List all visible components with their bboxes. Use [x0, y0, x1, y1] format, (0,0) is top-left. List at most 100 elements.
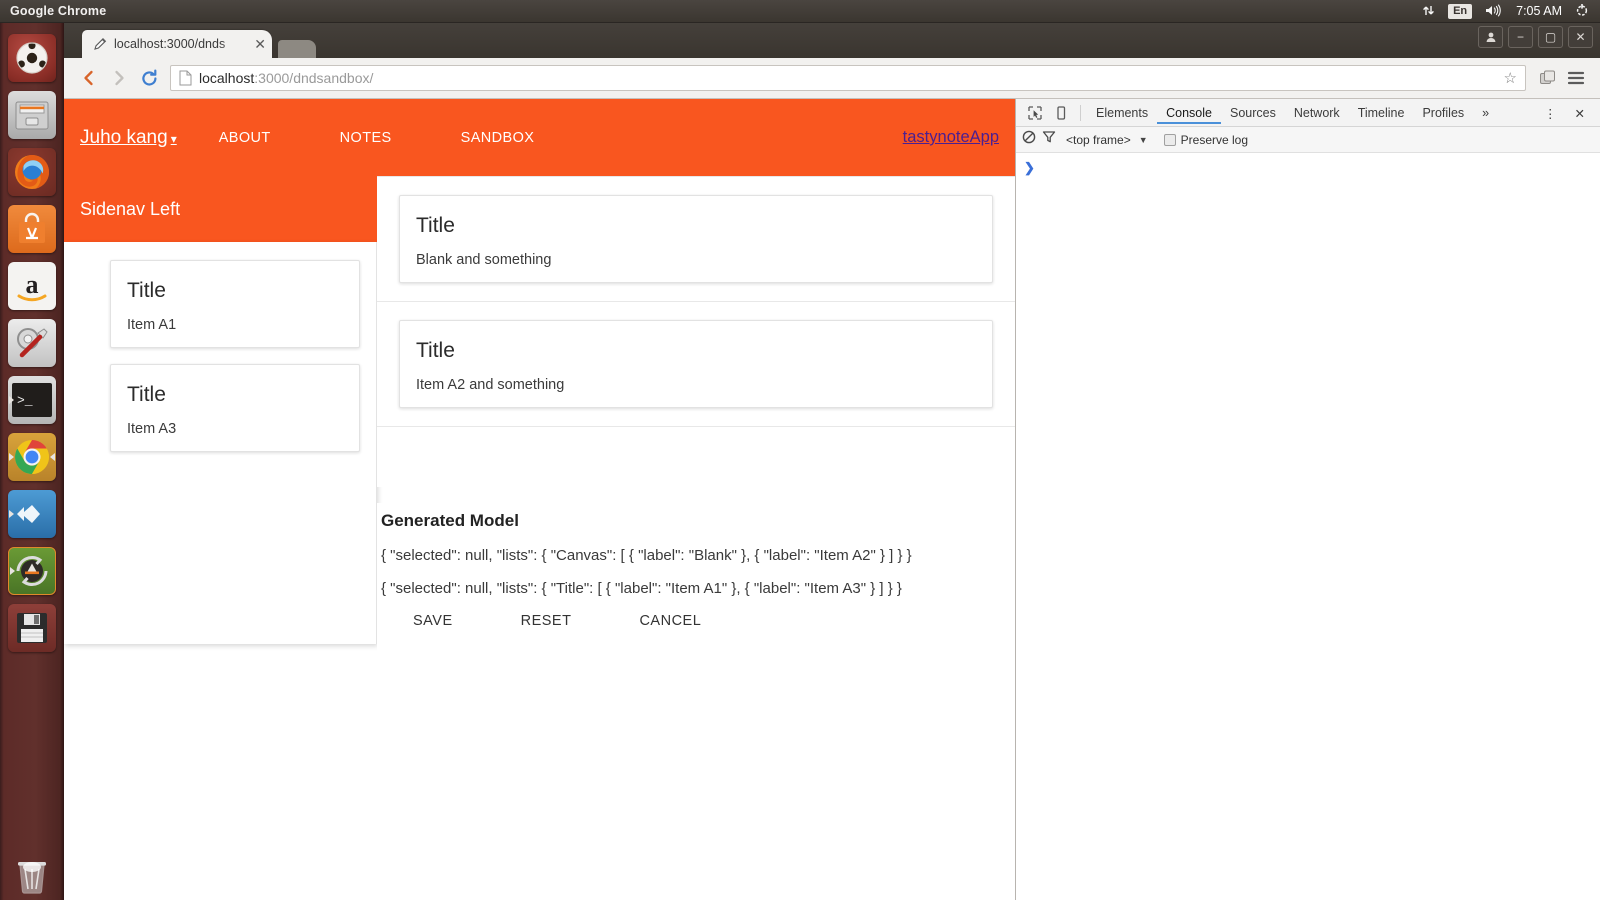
tab-network[interactable]: Network [1285, 101, 1349, 124]
minimize-button[interactable]: − [1508, 26, 1533, 48]
canvas-drop-area[interactable]: Title Blank and something Title Item A2 … [377, 176, 1015, 487]
launcher-item-amazon[interactable]: a [8, 262, 56, 310]
app-brand-link[interactable]: tastynoteApp [903, 128, 999, 147]
launcher-running-pip [9, 396, 14, 404]
sidenav-title: Sidenav Left [64, 176, 377, 242]
maximize-button[interactable]: ▢ [1538, 26, 1563, 48]
panel-indicators: En 7:05 AM [1422, 3, 1600, 19]
devtools-close-icon[interactable]: ✕ [1566, 101, 1594, 125]
preserve-log-label: Preserve log [1180, 132, 1249, 147]
console-context-selector[interactable]: <top frame> [1066, 133, 1131, 147]
user-icon[interactable] [1478, 26, 1503, 48]
address-bar[interactable]: localhost:3000/dndsandbox/ ☆ [170, 65, 1526, 91]
launcher-item-trash[interactable] [8, 850, 56, 898]
cancel-button[interactable]: CANCEL [639, 613, 701, 629]
reset-button[interactable]: RESET [521, 613, 572, 629]
nav-item-sandbox[interactable]: SANDBOX [461, 130, 535, 146]
chrome-menu-icon[interactable] [1562, 64, 1590, 92]
launcher-item-files[interactable] [8, 91, 56, 139]
extension-icon[interactable] [1534, 64, 1562, 92]
dropzone[interactable]: Title Item A2 and something [377, 302, 1015, 427]
url-text: localhost:3000/dndsandbox/ [199, 70, 373, 86]
browser-toolbar: localhost:3000/dndsandbox/ ☆ [64, 58, 1600, 99]
tab-timeline[interactable]: Timeline [1349, 101, 1414, 124]
power-gear-icon[interactable] [1575, 3, 1589, 19]
browser-tab[interactable]: localhost:3000/dnds ✕ [82, 30, 272, 58]
model-line: { "selected": null, "lists": { "Title": … [381, 580, 902, 597]
back-arrow-icon[interactable] [74, 63, 104, 93]
close-button[interactable]: ✕ [1568, 26, 1593, 48]
launcher-running-pip [10, 567, 15, 575]
launcher-item-save-disk[interactable] [8, 604, 56, 652]
url-host: localhost [199, 70, 255, 86]
tab-console[interactable]: Console [1157, 101, 1221, 124]
dropzone[interactable]: Title Blank and something [377, 176, 1015, 302]
tab-sources[interactable]: Sources [1221, 101, 1285, 124]
console-toolbar: <top frame> ▼ Preserve log [1016, 127, 1600, 153]
clear-console-icon[interactable] [1022, 130, 1036, 149]
nav-item-about[interactable]: ABOUT [219, 130, 271, 146]
close-icon[interactable]: ✕ [254, 36, 266, 53]
more-tabs-icon[interactable]: » [1473, 101, 1498, 124]
page-favicon-icon [92, 36, 108, 52]
devtools-panel: Elements Console Sources Network Timelin… [1015, 99, 1600, 900]
keyboard-layout-indicator[interactable]: En [1448, 3, 1473, 19]
launcher-running-pip [9, 510, 14, 518]
user-menu-label: Juho kang [80, 126, 168, 148]
launcher-item-firefox[interactable] [8, 148, 56, 196]
console-output[interactable]: ❯ [1016, 153, 1600, 183]
launcher-item-ubuntu-dash[interactable] [8, 34, 56, 82]
preserve-log-toggle[interactable]: Preserve log [1163, 132, 1249, 147]
list-item[interactable]: Title Item A2 and something [399, 320, 993, 408]
preserve-log-checkbox[interactable] [1163, 133, 1176, 146]
list-item[interactable]: Title Blank and something [399, 195, 993, 283]
launcher-item-software-updater[interactable] [8, 547, 56, 595]
chevron-down-icon[interactable]: ▼ [1139, 135, 1148, 145]
card-body: Item A3 [127, 421, 177, 437]
page-document-icon [179, 70, 192, 86]
card-title: Title [127, 383, 166, 406]
navbar-links: ABOUT NOTES SANDBOX [219, 130, 535, 146]
card-body: Item A1 [127, 317, 177, 333]
card-title: Title [127, 279, 166, 302]
list-item[interactable]: Title Item A3 [110, 364, 360, 452]
svg-text:a: a [26, 270, 39, 299]
devtools-menu-icon[interactable]: ⋮ [1535, 101, 1566, 125]
chevron-down-icon: ▾ [170, 131, 177, 146]
launcher-item-ubuntu-software[interactable] [8, 205, 56, 253]
chrome-window: localhost:3000/dnds ✕ − ▢ ✕ localhost:30… [64, 23, 1600, 900]
devtools-tabbar: Elements Console Sources Network Timelin… [1016, 99, 1600, 127]
device-toolbar-icon[interactable] [1048, 102, 1074, 124]
launcher-item-google-chrome[interactable] [8, 433, 56, 481]
card-body: Blank and something [416, 252, 552, 268]
nav-item-notes[interactable]: NOTES [340, 130, 392, 146]
tab-elements[interactable]: Elements [1087, 101, 1157, 124]
new-tab-button[interactable] [278, 40, 316, 58]
divider [1080, 104, 1081, 121]
sidenav-drop-list[interactable]: Title Item A1 Title Item A3 [64, 242, 377, 644]
launcher-item-system-settings[interactable] [8, 319, 56, 367]
launcher-running-pip [9, 453, 14, 461]
unity-launcher: a >_ [0, 23, 64, 900]
network-icon[interactable] [1422, 4, 1435, 19]
reload-icon[interactable] [134, 63, 164, 93]
clock[interactable]: 7:05 AM [1516, 4, 1562, 18]
url-path: :3000/dndsandbox/ [254, 70, 374, 86]
panel-app-name: Google Chrome [10, 4, 107, 18]
launcher-item-terminal[interactable]: >_ [8, 376, 56, 424]
card-title: Title [416, 214, 455, 237]
console-prompt-icon[interactable]: ❯ [1024, 160, 1035, 175]
window-controls: − ▢ ✕ [1478, 26, 1593, 48]
filter-icon[interactable] [1042, 130, 1056, 149]
inspect-cursor-icon[interactable] [1022, 102, 1048, 124]
save-button[interactable]: SAVE [413, 613, 453, 629]
bookmark-star-icon[interactable]: ☆ [1504, 69, 1517, 87]
tab-strip: localhost:3000/dnds ✕ [64, 23, 1600, 58]
user-menu-button[interactable]: Juho kang ▾ [80, 127, 177, 149]
page-background [64, 703, 1015, 900]
tab-profiles[interactable]: Profiles [1413, 101, 1473, 124]
list-item[interactable]: Title Item A1 [110, 260, 360, 348]
launcher-item-visual-studio-code[interactable] [8, 490, 56, 538]
volume-icon[interactable] [1485, 3, 1503, 19]
action-row: SAVE RESET CANCEL [381, 613, 1015, 629]
